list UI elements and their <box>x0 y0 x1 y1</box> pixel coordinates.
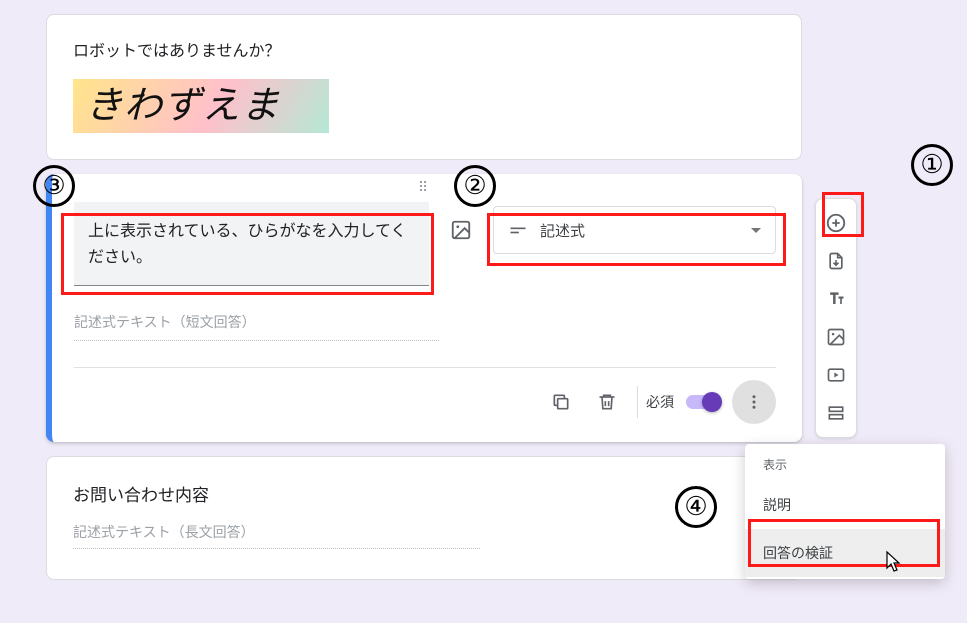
question-title-input[interactable]: 上に表示されている、ひらがなを入力してください。 <box>74 202 429 286</box>
captcha-title: ロボットではありませんか？ <box>73 37 775 61</box>
add-image-button[interactable] <box>441 210 481 250</box>
image-icon <box>450 219 472 241</box>
question-type-label: 記述式 <box>540 220 585 241</box>
delete-button[interactable] <box>585 380 629 424</box>
paragraph-card[interactable]: お問い合わせ内容 記述式テキスト（長文回答） <box>46 456 802 580</box>
question-card: ⠿ 上に表示されている、ひらがなを入力してください。 記述式 記述式テキスト（短… <box>46 174 802 442</box>
short-answer-icon <box>508 220 528 240</box>
menu-header: 表示 <box>745 454 945 481</box>
captcha-image: きわずえま <box>73 79 329 133</box>
video-icon <box>826 365 846 385</box>
more-options-menu: 表示 説明 回答の検証 <box>745 444 945 579</box>
plus-circle-icon <box>825 212 847 234</box>
trash-icon <box>597 392 617 412</box>
required-toggle[interactable] <box>686 395 720 409</box>
required-label: 必須 <box>646 392 674 412</box>
add-image-tool-button[interactable] <box>818 319 854 355</box>
import-questions-button[interactable] <box>818 243 854 279</box>
drag-handle-icon[interactable]: ⠿ <box>74 180 776 196</box>
divider <box>637 386 638 418</box>
add-title-button[interactable] <box>818 281 854 317</box>
paragraph-answer-preview: 記述式テキスト（長文回答） <box>73 522 480 549</box>
question-footer: 必須 <box>74 367 776 436</box>
question-type-select[interactable]: 記述式 <box>493 206 776 254</box>
kebab-icon <box>745 393 763 411</box>
menu-item-validation[interactable]: 回答の検証 <box>745 529 945 577</box>
paragraph-title: お問い合わせ内容 <box>73 481 775 506</box>
add-section-button[interactable] <box>818 395 854 431</box>
answer-preview: 記述式テキスト（短文回答） <box>74 304 439 341</box>
menu-item-description[interactable]: 説明 <box>745 481 945 529</box>
duplicate-button[interactable] <box>539 380 583 424</box>
side-toolbar <box>815 198 857 438</box>
captcha-card: ロボットではありませんか？ きわずえま <box>46 14 802 160</box>
chevron-down-icon <box>751 228 761 233</box>
add-question-button[interactable] <box>818 205 854 241</box>
image-icon <box>826 327 846 347</box>
duplicate-icon <box>551 392 571 412</box>
add-video-button[interactable] <box>818 357 854 393</box>
section-icon <box>826 403 846 423</box>
text-icon <box>826 289 846 309</box>
more-options-button[interactable] <box>732 380 776 424</box>
import-icon <box>826 251 846 271</box>
annotation-circle-1: ① <box>911 144 953 186</box>
